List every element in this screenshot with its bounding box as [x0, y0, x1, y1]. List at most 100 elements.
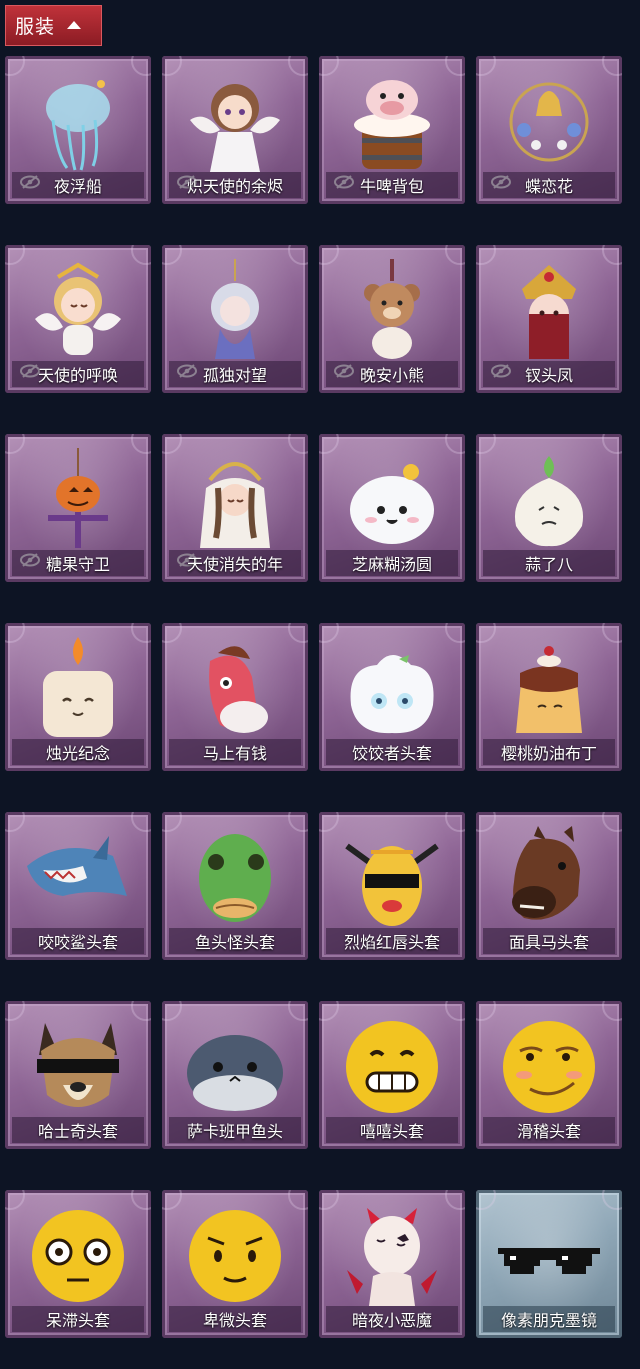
costume-card[interactable]: 嘻嘻头套: [319, 1001, 465, 1149]
costume-name: 孤独对望: [202, 366, 267, 385]
costume-name-bar: 嘻嘻头套: [326, 1117, 458, 1143]
costume-card[interactable]: 天使消失的年: [162, 434, 308, 582]
costume-name-bar: 蝶恋花: [483, 172, 615, 198]
costume-name: 蝶恋花: [524, 177, 573, 196]
shark-icon: [23, 826, 133, 930]
costume-name-bar: 滑稽头套: [483, 1117, 615, 1143]
costume-name: 像素朋克墨镜: [500, 1311, 597, 1330]
jellyfish-icon: [23, 70, 133, 174]
costume-name: 天使消失的年: [186, 555, 283, 574]
costume-name: 芝麻糊汤圆: [351, 555, 432, 574]
costume-name: 夜浮船: [53, 177, 102, 196]
costume-name-bar: 烈焰红唇头套: [326, 928, 458, 954]
costume-card[interactable]: 呆滞头套: [5, 1190, 151, 1338]
costume-name-bar: 晚安小熊: [326, 361, 458, 387]
costume-name-bar: 饺饺者头套: [326, 739, 458, 765]
chevron-up-icon: [67, 20, 82, 29]
costume-name-bar: 天使消失的年: [169, 550, 301, 576]
garlic-icon: [494, 448, 604, 552]
costume-card[interactable]: 暗夜小恶魔: [319, 1190, 465, 1338]
candle-icon: [23, 637, 133, 741]
costume-card[interactable]: 烈焰红唇头套: [319, 812, 465, 960]
costume-name-bar: 鱼头怪头套: [169, 928, 301, 954]
costume-card[interactable]: 芝麻糊汤圆: [319, 434, 465, 582]
husky-icon: [23, 1015, 133, 1119]
costume-card[interactable]: 萨卡班甲鱼头: [162, 1001, 308, 1149]
costume-name: 呆滞头套: [45, 1311, 110, 1330]
costume-card[interactable]: 炽天使的余烬: [162, 56, 308, 204]
smirk-emoji-icon: [494, 1015, 604, 1119]
costume-name-bar: 炽天使的余烬: [169, 172, 301, 198]
costume-card[interactable]: 蒜了八: [476, 434, 622, 582]
costume-name: 炽天使的余烬: [186, 177, 283, 196]
costume-card[interactable]: 糖果守卫: [5, 434, 151, 582]
costume-name-bar: 芝麻糊汤圆: [326, 550, 458, 576]
costume-name-bar: 哈士奇头套: [12, 1117, 144, 1143]
costume-name-bar: 牛啤背包: [326, 172, 458, 198]
costume-name-bar: 马上有钱: [169, 739, 301, 765]
costume-card[interactable]: 烛光纪念: [5, 623, 151, 771]
grin-emoji-icon: [337, 1015, 447, 1119]
costume-name-bar: 萨卡班甲鱼头: [169, 1117, 301, 1143]
hanging-doll-icon: [180, 259, 290, 363]
costume-card[interactable]: 牛啤背包: [319, 56, 465, 204]
costume-card[interactable]: 饺饺者头套: [319, 623, 465, 771]
costume-name: 哈士奇头套: [37, 1122, 118, 1141]
costume-name: 樱桃奶油布丁: [500, 744, 597, 763]
costume-name-bar: 糖果守卫: [12, 550, 144, 576]
teddy-bear-icon: [337, 259, 447, 363]
costume-category-tab[interactable]: 服装: [5, 5, 102, 46]
costume-card[interactable]: 孤独对望: [162, 245, 308, 393]
costume-name-bar: 暗夜小恶魔: [326, 1306, 458, 1332]
costume-name: 饺饺者头套: [351, 744, 432, 763]
little-devil-icon: [337, 1204, 447, 1308]
costume-name-bar: 咬咬鲨头套: [12, 928, 144, 954]
costume-name: 天使的呼唤: [37, 366, 118, 385]
costume-name: 萨卡班甲鱼头: [186, 1122, 283, 1141]
costume-card[interactable]: 像素朋克墨镜: [476, 1190, 622, 1338]
cow-beer-barrel-icon: [337, 70, 447, 174]
costume-card[interactable]: 天使的呼唤: [5, 245, 151, 393]
costume-card[interactable]: 马上有钱: [162, 623, 308, 771]
costume-card[interactable]: 滑稽头套: [476, 1001, 622, 1149]
costume-name: 卑微头套: [202, 1311, 267, 1330]
pudding-icon: [494, 637, 604, 741]
costume-name: 鱼头怪头套: [194, 933, 275, 952]
costume-name-bar: 夜浮船: [12, 172, 144, 198]
costume-card[interactable]: 钗头凤: [476, 245, 622, 393]
costume-name: 烛光纪念: [45, 744, 110, 763]
costume-name: 马上有钱: [202, 744, 267, 763]
costume-name-bar: 孤独对望: [169, 361, 301, 387]
costume-name-bar: 钗头凤: [483, 361, 615, 387]
costume-name: 牛啤背包: [359, 177, 424, 196]
costume-name-bar: 烛光纪念: [12, 739, 144, 765]
costume-name: 钗头凤: [524, 366, 573, 385]
angel-girl-icon: [180, 70, 290, 174]
costume-card[interactable]: 咬咬鲨头套: [5, 812, 151, 960]
bell-ornament-icon: [494, 70, 604, 174]
costume-name-bar: 卑微头套: [169, 1306, 301, 1332]
veiled-doll-icon: [180, 448, 290, 552]
costume-name: 嘻嘻头套: [359, 1122, 424, 1141]
costume-card[interactable]: 鱼头怪头套: [162, 812, 308, 960]
stare-emoji-icon: [23, 1204, 133, 1308]
costume-card[interactable]: 面具马头套: [476, 812, 622, 960]
costume-grid: 夜浮船 炽天使的余烬 牛啤背包 蝶恋花天使的呼唤 孤独对望 晚安小熊 钗头凤糖果守卫 天使消失…: [5, 56, 632, 1338]
pumpkin-scarecrow-icon: [23, 448, 133, 552]
costume-card[interactable]: 卑微头套: [162, 1190, 308, 1338]
sacabambaspis-icon: [180, 1015, 290, 1119]
pleading-emoji-icon: [180, 1204, 290, 1308]
costume-card[interactable]: 哈士奇头套: [5, 1001, 151, 1149]
costume-name: 晚安小熊: [359, 366, 424, 385]
costume-name-bar: 樱桃奶油布丁: [483, 739, 615, 765]
costume-name-bar: 蒜了八: [483, 550, 615, 576]
costume-card[interactable]: 蝶恋花: [476, 56, 622, 204]
costume-name-bar: 呆滞头套: [12, 1306, 144, 1332]
costume-card[interactable]: 樱桃奶油布丁: [476, 623, 622, 771]
costume-name: 蒜了八: [524, 555, 573, 574]
costume-card[interactable]: 夜浮船: [5, 56, 151, 204]
costume-name: 糖果守卫: [45, 555, 110, 574]
costume-card[interactable]: 晚安小熊: [319, 245, 465, 393]
rice-ball-icon: [337, 448, 447, 552]
phoenix-crown-doll-icon: [494, 259, 604, 363]
